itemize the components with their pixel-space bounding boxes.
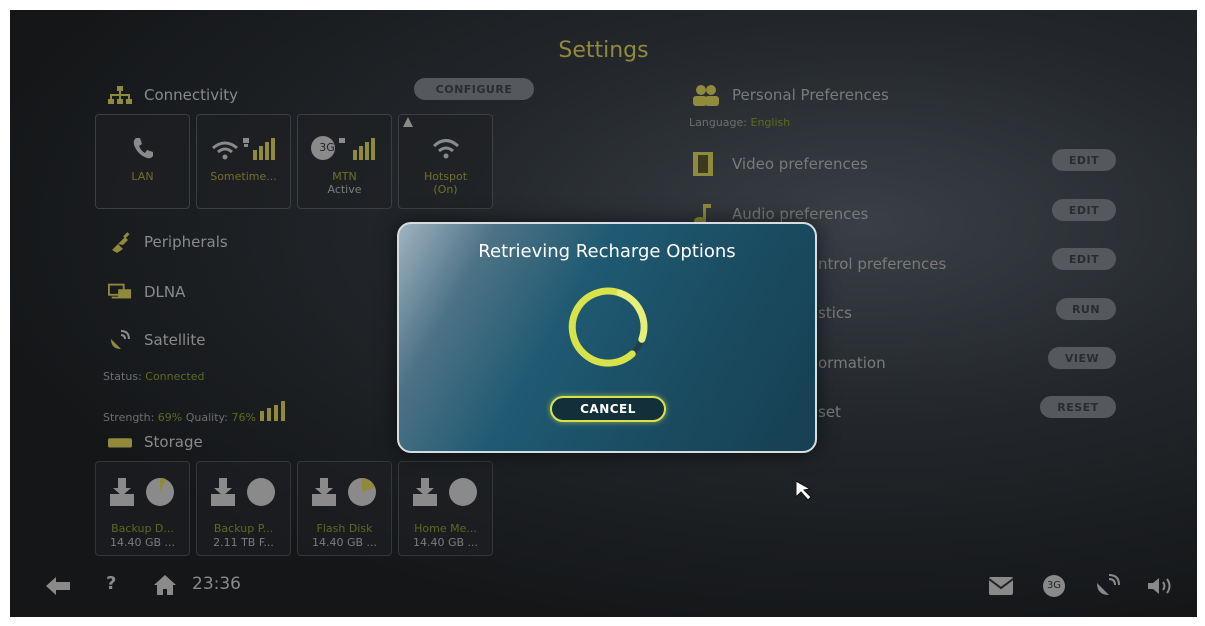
- tile-name: Hotspot: [423, 170, 468, 183]
- dlna-label: DLNA: [144, 283, 186, 301]
- reset-label: set: [818, 403, 841, 421]
- tile-label: Hotspot (On): [399, 170, 492, 196]
- language-setting: Language: English: [689, 116, 790, 129]
- signal-bars-icon: [259, 401, 290, 424]
- wifi-icon: [399, 133, 492, 163]
- storage-section[interactable]: Storage: [108, 433, 203, 451]
- clock-time: 23:36: [192, 574, 241, 594]
- storage-name: Flash Disk: [316, 522, 373, 535]
- tile-label: Sometime...: [210, 170, 277, 183]
- connectivity-label: Connectivity: [144, 86, 238, 104]
- download-usage-icon: [413, 478, 477, 506]
- cellular-3g-signal-icon: 3G: [298, 133, 391, 163]
- storage-size: 14.40 GB ...: [109, 536, 176, 549]
- loading-spinner-icon: [563, 282, 653, 376]
- video-preferences-label: Video preferences: [732, 155, 868, 173]
- download-usage-icon: [211, 478, 275, 506]
- volume-icon[interactable]: [1148, 577, 1174, 599]
- usb-plug-icon: [108, 232, 132, 253]
- quality-label: Quality:: [185, 411, 228, 424]
- run-button[interactable]: RUN: [1056, 298, 1116, 320]
- control-preferences-label: ntrol preferences: [818, 255, 947, 273]
- peripherals-label: Peripherals: [144, 233, 228, 251]
- information-label: ormation: [818, 354, 886, 372]
- audio-preferences-label: Audio preferences: [732, 205, 869, 223]
- dlna-section[interactable]: DLNA: [108, 283, 185, 301]
- video-edit-button[interactable]: EDIT: [1052, 149, 1116, 171]
- tile-status: (On): [433, 183, 458, 196]
- connectivity-section[interactable]: Connectivity: [108, 86, 238, 104]
- page-title: Settings: [558, 38, 649, 63]
- wifi-locked-signal-icon: [197, 133, 290, 163]
- storage-tile[interactable]: Home Me... 14.40 GB ...: [398, 461, 493, 556]
- satellite-status-icon[interactable]: [1095, 573, 1121, 601]
- connectivity-tile-lan[interactable]: LAN: [95, 114, 190, 209]
- language-label: Language:: [689, 116, 747, 129]
- status-value: Connected: [145, 370, 205, 383]
- view-button[interactable]: VIEW: [1048, 347, 1116, 369]
- mouse-cursor-icon: [795, 480, 820, 509]
- badge-3g: 3G: [319, 141, 335, 154]
- 3g-status-icon[interactable]: 3G: [1043, 575, 1065, 597]
- storage-size: 14.40 GB ...: [311, 536, 378, 549]
- download-usage-icon: [312, 478, 376, 506]
- satellite-strength: Strength: 69% Quality: 76%: [103, 401, 290, 424]
- strength-label: Strength:: [103, 411, 155, 424]
- storage-tile[interactable]: Backup P... 2.11 TB F...: [196, 461, 291, 556]
- help-icon[interactable]: ?: [106, 573, 116, 594]
- storage-label: Storage: [144, 433, 203, 451]
- storage-name: Backup D...: [111, 522, 174, 535]
- tile-label: MTN Active: [298, 170, 391, 196]
- dlna-devices-icon: [108, 283, 132, 301]
- status-label: Status:: [103, 370, 142, 383]
- storage-tile[interactable]: Backup D... 14.40 GB ...: [95, 461, 190, 556]
- connectivity-tile-hotspot[interactable]: Hotspot (On): [398, 114, 493, 209]
- hard-drive-icon: [108, 433, 132, 451]
- quality-value: 76%: [231, 411, 256, 424]
- bottom-bar: ? 23:36 3G: [10, 557, 1197, 617]
- music-note-icon: [693, 202, 717, 225]
- dialog-title: Retrieving Recharge Options: [478, 241, 736, 262]
- control-edit-button[interactable]: EDIT: [1052, 248, 1116, 270]
- peripherals-section[interactable]: Peripherals: [108, 232, 228, 253]
- back-arrow-icon[interactable]: [46, 577, 70, 599]
- mail-icon[interactable]: [988, 577, 1014, 599]
- connectivity-tile-wifi[interactable]: Sometime...: [196, 114, 291, 209]
- audio-edit-button[interactable]: EDIT: [1052, 199, 1116, 221]
- people-icon: [693, 84, 719, 106]
- tile-label: LAN: [131, 170, 154, 183]
- diagnostics-label: stics: [818, 304, 852, 322]
- satellite-dish-icon: [108, 330, 132, 349]
- configure-button[interactable]: CONFIGURE: [414, 78, 534, 100]
- phone-wired-icon: [96, 133, 189, 163]
- satellite-section[interactable]: Satellite: [108, 330, 206, 349]
- language-value: English: [750, 116, 791, 129]
- warning-icon: [403, 117, 413, 130]
- strength-value: 69%: [157, 411, 183, 424]
- storage-name: Home Me...: [414, 522, 477, 535]
- personal-preferences-heading: Personal Preferences: [732, 86, 889, 104]
- film-icon: [693, 152, 717, 176]
- storage-name: Backup P...: [213, 522, 274, 535]
- tile-status: Active: [327, 183, 362, 196]
- storage-tile[interactable]: Flash Disk 14.40 GB ...: [297, 461, 392, 556]
- home-icon[interactable]: [154, 575, 176, 599]
- storage-size: 2.11 TB F...: [213, 536, 274, 549]
- recharge-options-dialog: Retrieving Recharge Options CANCEL: [397, 222, 817, 453]
- network-icon: [108, 86, 132, 104]
- cancel-button[interactable]: CANCEL: [550, 396, 666, 422]
- satellite-label: Satellite: [144, 331, 206, 349]
- reset-button[interactable]: RESET: [1040, 396, 1116, 418]
- tile-name: MTN: [332, 170, 357, 183]
- storage-size: 14.40 GB ...: [412, 536, 479, 549]
- connectivity-tile-mtn[interactable]: 3G MTN Active: [297, 114, 392, 209]
- download-usage-icon: [110, 477, 174, 506]
- satellite-status: Status: Connected: [103, 370, 205, 383]
